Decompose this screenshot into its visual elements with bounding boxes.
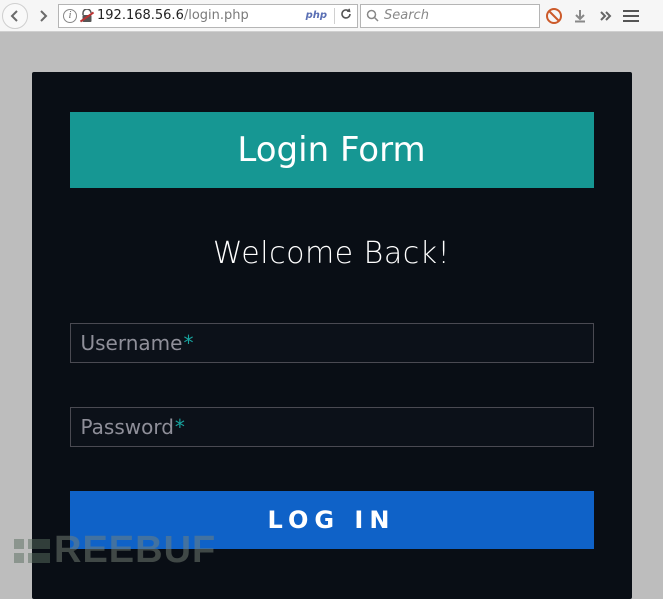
- url-text: 192.168.56.6/login.php: [97, 8, 299, 23]
- chevron-double-right-icon: [598, 8, 614, 24]
- page-body: Login Form Welcome Back! Username* Passw…: [0, 32, 663, 599]
- hamburger-icon: [623, 10, 639, 12]
- separator: [334, 8, 335, 24]
- required-mark: *: [175, 415, 185, 439]
- password-label: Password: [81, 415, 174, 439]
- downloads-button[interactable]: [568, 4, 592, 28]
- site-info-icon[interactable]: i: [63, 9, 77, 23]
- back-button[interactable]: [2, 3, 28, 29]
- hamburger-menu-button[interactable]: [620, 4, 642, 28]
- username-field[interactable]: Username*: [70, 323, 594, 363]
- password-field[interactable]: Password*: [70, 407, 594, 447]
- noscript-icon[interactable]: [542, 4, 566, 28]
- welcome-heading: Welcome Back!: [70, 236, 594, 271]
- required-mark: *: [183, 331, 193, 355]
- php-badge: php: [303, 10, 330, 21]
- download-icon: [572, 8, 588, 24]
- arrow-left-icon: [8, 9, 22, 23]
- login-banner: Login Form: [70, 112, 594, 188]
- url-host: 192.168.56.6: [97, 8, 184, 23]
- arrow-right-icon: [36, 9, 50, 23]
- insecure-connection-icon: [81, 9, 93, 23]
- reload-icon: [339, 7, 353, 21]
- login-card: Login Form Welcome Back! Username* Passw…: [32, 72, 632, 599]
- forward-button[interactable]: [30, 3, 56, 29]
- login-button[interactable]: LOG IN: [70, 491, 594, 549]
- username-label: Username: [81, 331, 183, 355]
- url-bar[interactable]: i 192.168.56.6/login.php php: [58, 4, 358, 28]
- reload-button[interactable]: [339, 7, 353, 25]
- search-placeholder: Search: [384, 8, 429, 23]
- overflow-button[interactable]: [594, 4, 618, 28]
- search-box[interactable]: Search: [360, 4, 540, 28]
- url-path: /login.php: [184, 8, 249, 23]
- browser-toolbar: i 192.168.56.6/login.php php Search: [0, 0, 663, 32]
- search-icon: [366, 9, 379, 22]
